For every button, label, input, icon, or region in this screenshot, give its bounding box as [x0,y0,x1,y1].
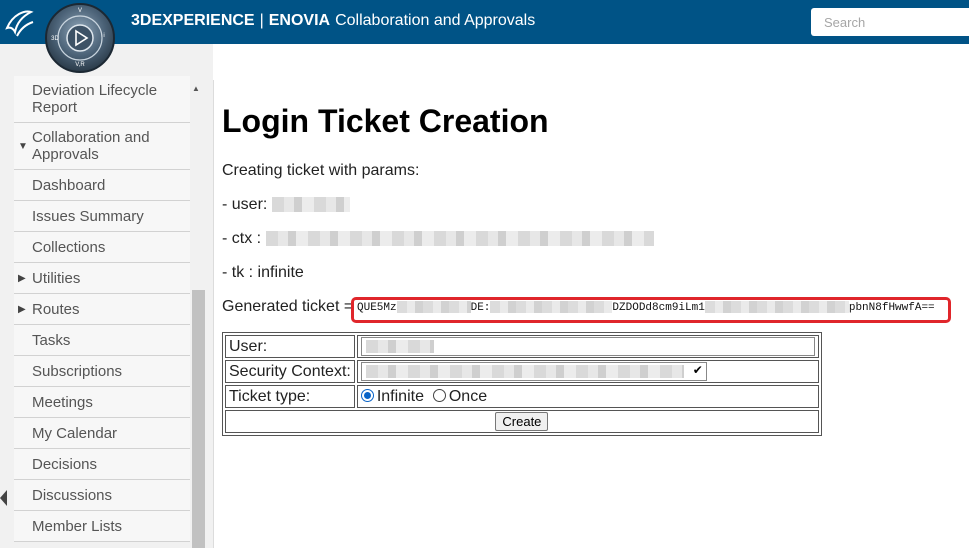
sidebar-item-collections[interactable]: Collections [14,232,190,263]
sidebar-nav: Deviation Lifecycle Report ▼ Collaborati… [14,76,190,542]
radio-infinite[interactable] [360,388,374,402]
sidebar-item-my-calendar[interactable]: My Calendar [14,418,190,449]
form-row-user: User: [225,335,819,358]
ticket-part-3: DZDODd8cm9iLm1 [612,301,705,314]
redacted-ctx-value [265,231,654,247]
form-row-security-context: Security Context: ✔ [225,360,819,383]
chevron-down-icon[interactable]: ✔ [693,363,703,377]
sidebar-scroll-thumb[interactable] [192,290,205,548]
params-intro: Creating ticket with params: [222,162,420,179]
redacted-ticket-segment [396,301,471,313]
ticket-form-table: User: Security Context: ✔ Ticket type: I… [222,332,822,436]
redacted-ticket-segment [704,301,849,313]
sidebar-item-label: Utilities [32,269,81,287]
generated-ticket-label: Generated ticket = [222,298,354,315]
form-row-ticket-type: Ticket type: Infinite Once [225,385,819,408]
param-ctx-label: - ctx : [222,230,262,247]
sidebar-item-label: Dashboard [32,176,106,194]
sidebar-item-dashboard[interactable]: Dashboard [14,170,190,201]
sidebar-item-label: Member Lists [32,517,123,535]
security-context-label: Security Context: [225,360,355,383]
ticket-type-label: Ticket type: [225,385,355,408]
user-field-label: User: [225,335,355,358]
user-input[interactable] [360,337,815,356]
dassault-systemes-logo [5,10,34,37]
form-row-submit: Create [225,410,819,433]
sidebar-item-label: Meetings [32,393,93,411]
page-title: Login Ticket Creation [222,103,549,139]
sidebar-item-label: Collaboration and Approvals [32,129,150,163]
compass-label-left: 3D [51,36,59,42]
sidebar-item-label: Issues Summary [32,207,144,225]
param-user-label: - user: [222,196,268,213]
create-button[interactable]: Create [495,412,549,431]
sidebar-item-label: Subscriptions [32,362,123,380]
param-ctx-line: - ctx : [222,230,654,248]
redacted-security-context-value [365,365,684,378]
sidebar-item-utilities[interactable]: ▶ Utilities [14,263,190,294]
compass-label-top: V [78,8,82,14]
radio-once-label[interactable]: Once [449,388,487,405]
security-context-select[interactable]: ✔ [360,362,707,381]
app-name: Collaboration and Approvals [335,12,536,29]
compass-icon[interactable]: V 3D i V,R [42,2,118,74]
param-user-line: - user: [222,196,350,214]
param-tk-line: - tk : infinite [222,264,304,281]
compass-label-right: i [103,33,104,39]
search-box[interactable] [811,8,969,36]
user-field-cell [356,335,819,358]
sidebar-item-label: Decisions [32,455,98,473]
app-brand: 3DEXPERIENCE | ENOVIA Collaboration and App… [131,12,535,30]
sidebar-item-meetings[interactable]: Meetings [14,387,190,418]
sidebar-item-label: Tasks [32,331,71,349]
sidebar-item-discussions[interactable]: Discussions [14,480,190,511]
ticket-part-1: QUE5Mz [357,301,397,314]
collapsed-triangle-icon[interactable]: ▶ [18,273,26,284]
generated-ticket-value: QUE5Mz DE: DZDODd8cm9iLm1 pbnN8fHwwfA== [357,301,935,314]
ticket-part-2: DE: [470,301,491,314]
redacted-user-input-value [365,340,434,353]
expanded-triangle-icon[interactable]: ▼ [18,138,28,155]
sidebar-item-label: Routes [32,300,80,318]
sidebar-item-label: My Calendar [32,424,118,442]
sidebar-item-routes[interactable]: ▶ Routes [14,294,190,325]
sidebar-item-subscriptions[interactable]: Subscriptions [14,356,190,387]
scroll-up-arrow-icon[interactable]: ▲ [192,84,200,93]
brand-enovia: ENOVIA [268,12,331,29]
top-bar: 3DEXPERIENCE | ENOVIA Collaboration and App… [0,0,969,44]
brand-separator: | [259,12,264,29]
sidebar-item-label: Collections [32,238,106,256]
sidebar-item-collaboration-and-approvals[interactable]: ▼ Collaboration and Approvals [14,123,190,170]
collapsed-triangle-icon[interactable]: ▶ [18,304,26,315]
radio-once[interactable] [432,388,446,402]
ticket-type-options: Infinite Once [356,385,819,408]
redacted-user-value [271,197,350,213]
sidebar-item-deviation-lifecycle-report[interactable]: Deviation Lifecycle Report [14,76,190,123]
sidebar-item-label: Discussions [32,486,113,504]
sidebar-item-issues-summary[interactable]: Issues Summary [14,201,190,232]
submit-cell: Create [225,410,819,433]
security-context-cell: ✔ [356,360,819,383]
ticket-part-4: pbnN8fHwwfA== [848,301,935,314]
brand-3dexperience: 3DEXPERIENCE [131,12,255,29]
sidebar-item-tasks[interactable]: Tasks [14,325,190,356]
radio-infinite-label[interactable]: Infinite [377,388,424,405]
compass-label-bottom: V,R [75,62,85,68]
sidebar-item-decisions[interactable]: Decisions [14,449,190,480]
redacted-ticket-segment [490,301,613,313]
sidebar-item-member-lists[interactable]: Member Lists [14,511,190,542]
collapse-panel-arrow-icon[interactable] [0,490,7,506]
search-input[interactable] [822,8,966,36]
sidebar-item-label: Deviation Lifecycle Report [32,82,158,116]
